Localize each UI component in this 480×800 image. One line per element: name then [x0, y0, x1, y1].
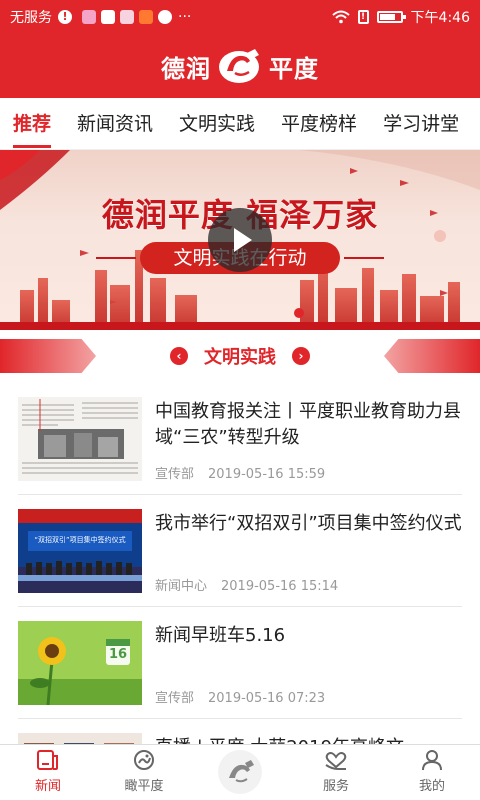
news-icon: [36, 749, 60, 771]
app-root: 无服务 ! ··· ! 下午4:46 德润 平度 推荐 新闻资讯 文明实践 平度…: [0, 0, 480, 800]
news-source: 宣传部: [155, 467, 195, 482]
app-icon-4: [139, 10, 153, 24]
tab-lecture-hall[interactable]: 学习讲堂: [370, 98, 472, 150]
app-icon-2: [101, 10, 115, 24]
news-item[interactable]: “双招双引”项目集中签约仪式 我市举行“双招双引”项目集中签约仪式 新闻中心 20…: [0, 495, 480, 607]
logo-text-right: 平度: [269, 53, 319, 83]
warning-icon: !: [58, 10, 72, 24]
sim-alert-icon: !: [357, 10, 369, 24]
heart-hand-icon: [324, 749, 348, 771]
news-title: 中国教育报关注丨平度职业教育助力县域“三农”转型升级: [155, 401, 461, 448]
news-title: 我市举行“双招双引”项目集中签约仪式: [155, 513, 462, 534]
app-icon-3: [120, 10, 134, 24]
tabbar-center[interactable]: [192, 745, 288, 800]
explore-icon: [132, 749, 156, 771]
thumb-calendar-day: 16: [108, 647, 128, 662]
tabbar-label: 新闻: [34, 779, 61, 794]
news-time: 2019-05-16 15:14: [221, 579, 339, 594]
tabbar-label: 瞰平度: [124, 779, 164, 794]
clock: 下午4:46: [410, 10, 470, 26]
section-title: 文明实践: [204, 347, 276, 368]
section-header: ‹ 文明实践 ›: [0, 337, 480, 375]
news-time: 2019-05-16 15:59: [208, 467, 326, 482]
carousel-indicator: [294, 308, 304, 318]
banner-line-left: [96, 257, 136, 259]
bottom-tab-bar: 新闻 瞰平度 服务 我的: [0, 744, 480, 800]
tabbar-news[interactable]: 新闻: [0, 745, 96, 800]
app-header: 德润 平度: [0, 34, 480, 98]
tabbar-service[interactable]: 服务: [288, 745, 384, 800]
user-icon: [420, 749, 444, 771]
tab-recommend[interactable]: 推荐: [0, 98, 64, 150]
weibo-icon: [158, 10, 172, 24]
tabbar-profile[interactable]: 我的: [384, 745, 480, 800]
battery-icon: [376, 11, 406, 23]
news-thumbnail: [18, 397, 142, 481]
news-source: 宣传部: [155, 691, 195, 706]
center-logo-icon: [218, 750, 262, 794]
wifi-icon: [331, 10, 350, 24]
logo-hand-icon: [217, 47, 263, 85]
chevron-right-icon[interactable]: ›: [292, 347, 310, 365]
more-notifications: ···: [178, 9, 192, 25]
news-item[interactable]: 中国教育报关注丨平度职业教育助力县域“三农”转型升级 宣传部 2019-05-16…: [0, 383, 480, 495]
news-time: 2019-05-16 07:23: [208, 691, 326, 706]
app-icon-1: [82, 10, 96, 24]
notification-app-icons: [82, 10, 172, 24]
status-bar: 无服务 ! ··· ! 下午4:46: [0, 0, 480, 34]
news-item[interactable]: 16 新闻早班车5.16 宣传部 2019-05-16 07:23: [0, 607, 480, 719]
thumb-caption: “双招双引”项目集中签约仪式: [34, 536, 126, 544]
play-icon[interactable]: [208, 208, 272, 272]
video-banner[interactable]: 德润平度 福泽万家 文明实践在行动: [0, 150, 480, 330]
tab-news[interactable]: 新闻资讯: [64, 98, 166, 150]
chevron-left-icon[interactable]: ‹: [170, 347, 188, 365]
news-thumbnail: 16: [18, 621, 142, 705]
carrier-label: 无服务: [10, 10, 52, 26]
banner-line-right: [344, 257, 384, 259]
news-thumbnail: “双招双引”项目集中签约仪式: [18, 509, 142, 593]
logo-text-left: 德润: [161, 53, 211, 83]
tabbar-label: 服务: [322, 779, 349, 794]
news-title: 新闻早班车5.16: [155, 625, 286, 646]
tabbar-explore[interactable]: 瞰平度: [96, 745, 192, 800]
news-source: 新闻中心: [155, 579, 208, 594]
tab-role-models[interactable]: 平度榜样: [268, 98, 370, 150]
tab-civilization-practice[interactable]: 文明实践: [166, 98, 268, 150]
tabbar-label: 我的: [418, 779, 445, 794]
category-tabs: 推荐 新闻资讯 文明实践 平度榜样 学习讲堂: [0, 98, 480, 150]
